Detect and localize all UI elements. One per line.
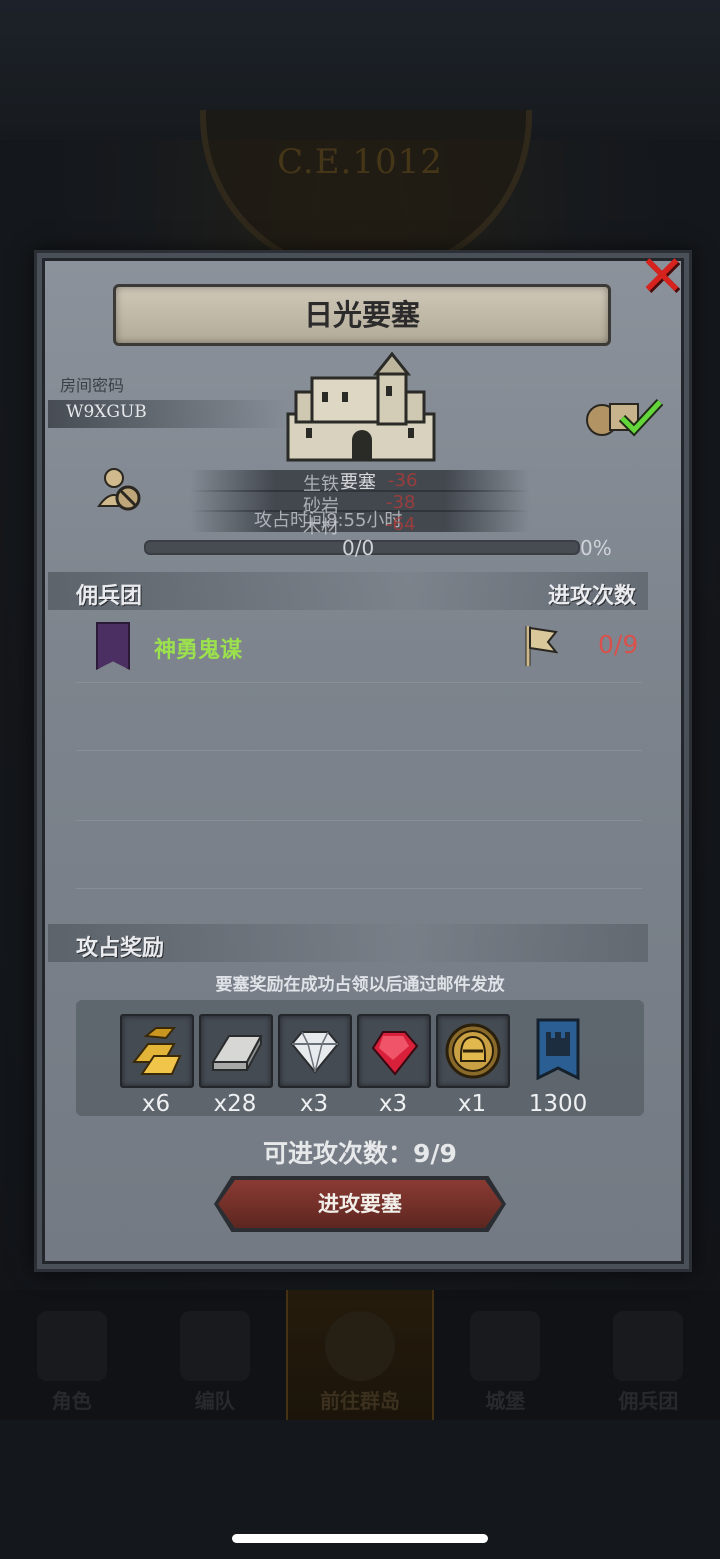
reward-qty: x3	[378, 1091, 408, 1117]
resource-check-icon[interactable]	[584, 392, 664, 438]
wood-label: 木材	[303, 517, 339, 538]
reward-qty: 1300	[528, 1091, 588, 1117]
reward-qty: x28	[213, 1091, 257, 1117]
flag-icon	[525, 626, 558, 666]
gold-bar-icon	[131, 1027, 182, 1075]
reward-item[interactable]: x3	[278, 1014, 352, 1117]
wood-value: -64	[386, 514, 416, 535]
row-divider	[76, 750, 642, 751]
iron-value: -36	[388, 470, 418, 491]
room-code[interactable]: W9XGUB	[66, 402, 147, 422]
dialog-title: 日光要塞	[113, 284, 611, 346]
home-indicator[interactable]	[232, 1534, 488, 1543]
guild-attack-count: 0/9	[598, 630, 639, 659]
fortress-banner-icon	[536, 1018, 580, 1081]
row-divider	[76, 820, 642, 821]
attack-count-header: 进攻次数	[548, 584, 637, 609]
reward-item[interactable]: x28	[199, 1014, 273, 1117]
fortress-label: 要塞	[340, 472, 376, 493]
close-icon: ✕	[638, 244, 686, 309]
iron-bar-icon	[211, 1035, 263, 1071]
no-entry-person-icon[interactable]	[96, 466, 144, 512]
fortress-icon	[286, 352, 436, 462]
reward-qty: x3	[299, 1091, 329, 1117]
reward-item[interactable]: x1	[436, 1014, 510, 1117]
rewards-header: 攻占奖励	[76, 936, 165, 961]
progress-percent: 0%	[580, 536, 612, 560]
screen: C.E.1012 角色 编队 前往群岛 城堡 佣兵团 ✕ 日光要塞 房间密码 W…	[0, 0, 720, 1559]
reward-qty: x1	[457, 1091, 487, 1117]
reward-item[interactable]: 1300	[522, 1014, 594, 1117]
reward-qty: x6	[141, 1091, 171, 1117]
attack-fortress-button[interactable]: 进攻要塞	[218, 1180, 502, 1228]
attempts-remaining: 可进攻次数：9/9	[263, 1139, 457, 1168]
diamond-icon	[290, 1031, 340, 1074]
room-code-label: 房间密码	[60, 376, 125, 395]
helmet-medal-icon	[445, 1023, 501, 1079]
close-button[interactable]: ✕	[634, 249, 690, 306]
guild-name[interactable]: 神勇鬼谋	[154, 632, 242, 664]
rewards-note: 要塞奖励在成功占领以后通过邮件发放	[215, 975, 505, 995]
ruby-icon	[371, 1031, 419, 1076]
row-divider	[76, 682, 642, 683]
reward-item[interactable]: x3	[357, 1014, 431, 1117]
reward-item[interactable]: x6	[120, 1014, 194, 1117]
row-divider	[76, 888, 642, 889]
mercenary-header: 佣兵团	[76, 584, 143, 609]
progress-value: 0/0	[342, 536, 375, 560]
